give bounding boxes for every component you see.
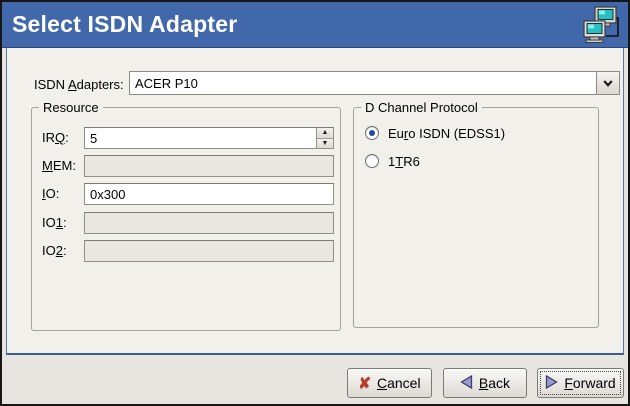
forward-button[interactable]: Forward — [537, 368, 624, 398]
io2-row: IO2: — [32, 240, 340, 262]
io-row: IO: — [32, 183, 340, 205]
chevron-down-icon[interactable] — [596, 72, 619, 94]
cancel-button-label: Cancel — [377, 375, 421, 391]
io-input[interactable] — [85, 184, 333, 204]
isdn-adapter-combobox-value[interactable] — [130, 72, 596, 94]
irq-label: IRQ: — [42, 130, 69, 145]
resource-group: Resource IRQ: ▲ ▼ MEM: IO: — [31, 107, 341, 331]
dialog-header: Select ISDN Adapter — [2, 2, 628, 48]
io1-row: IO1: — [32, 212, 340, 234]
d-channel-protocol-group: D Channel Protocol Euro ISDN (EDSS1) 1TR… — [353, 107, 599, 328]
isdn-adapter-combobox[interactable] — [129, 71, 620, 95]
radio-1tr6[interactable]: 1TR6 — [365, 153, 420, 169]
radio-button-icon[interactable] — [365, 154, 379, 168]
page-title: Select ISDN Adapter — [2, 11, 237, 38]
resource-group-title: Resource — [39, 100, 103, 115]
io1-entry — [84, 212, 334, 234]
arrow-right-icon — [545, 375, 558, 392]
radio-1tr6-label: 1TR6 — [388, 154, 420, 169]
mem-row: MEM: — [32, 155, 340, 177]
cancel-x-icon: ✘ — [358, 376, 371, 391]
d-channel-protocol-title: D Channel Protocol — [361, 100, 482, 115]
mem-label: MEM: — [42, 158, 76, 173]
cancel-button[interactable]: ✘ Cancel — [347, 368, 432, 398]
network-computers-icon — [581, 5, 621, 51]
irq-input[interactable] — [85, 128, 316, 148]
arrow-left-icon — [460, 375, 473, 392]
forward-button-label: Forward — [564, 375, 615, 391]
io2-label: IO2: — [42, 243, 67, 258]
dialog-content: ISDN Adapters: Resource IRQ: ▲ ▼ — [6, 48, 624, 355]
irq-spinner: ▲ ▼ — [316, 128, 333, 148]
back-button-label: Back — [479, 375, 510, 391]
radio-euro-isdn[interactable]: Euro ISDN (EDSS1) — [365, 125, 505, 141]
radio-euro-isdn-label: Euro ISDN (EDSS1) — [388, 126, 505, 141]
radio-button-icon[interactable] — [365, 126, 379, 140]
mem-entry — [84, 155, 334, 177]
spin-up-icon[interactable]: ▲ — [317, 128, 333, 139]
irq-row: IRQ: ▲ ▼ — [32, 127, 340, 149]
io-label: IO: — [42, 186, 59, 201]
isdn-adapters-label: ISDN Adapters: — [34, 77, 124, 92]
spin-down-icon[interactable]: ▼ — [317, 139, 333, 149]
irq-spinbutton[interactable]: ▲ ▼ — [84, 127, 334, 149]
select-isdn-adapter-dialog: Select ISDN Adapter — [0, 0, 630, 406]
io-entry[interactable] — [84, 183, 334, 205]
back-button[interactable]: Back — [443, 368, 527, 398]
io2-entry — [84, 240, 334, 262]
io1-label: IO1: — [42, 215, 67, 230]
